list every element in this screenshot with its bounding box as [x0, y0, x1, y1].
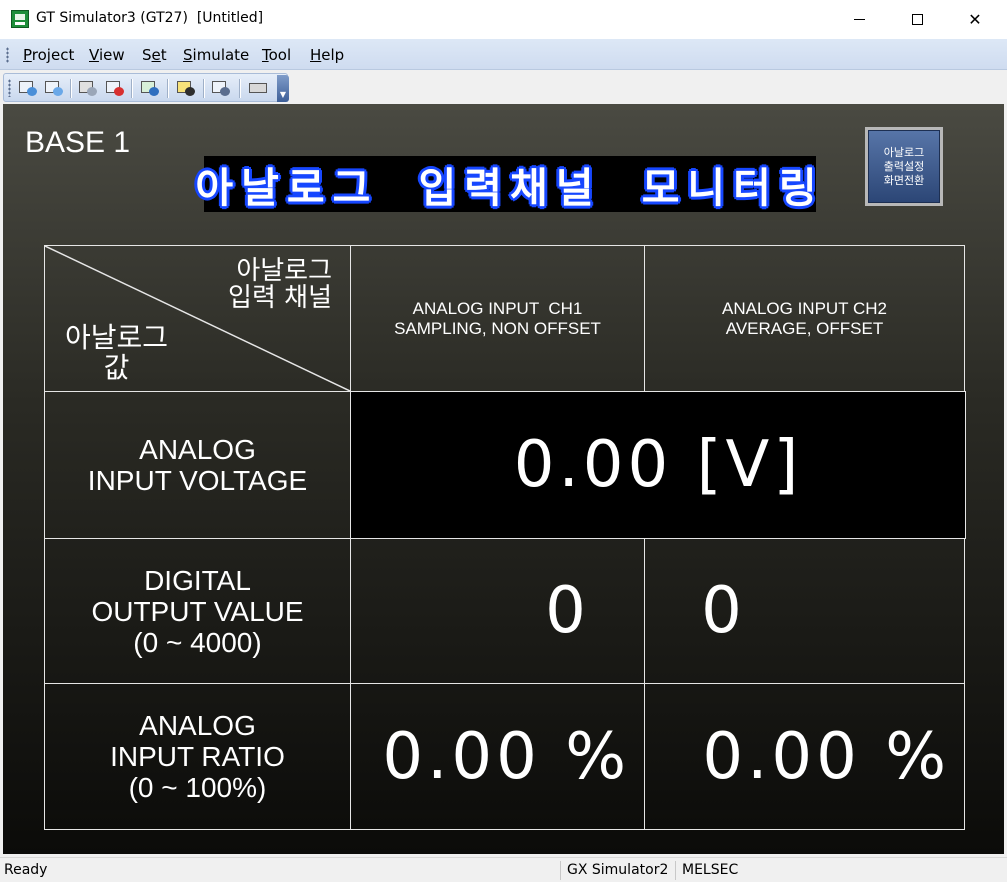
status-bar: Ready GX Simulator2 MELSEC: [0, 857, 1007, 882]
minimize-button[interactable]: [830, 0, 888, 39]
open-project-icon[interactable]: [17, 78, 39, 98]
corner-label-channel: 아날로그 입력 채널: [228, 256, 332, 313]
corner-label-value: 아날로그 값: [65, 321, 169, 384]
analog-output-screen-button-label: 아날로그 출력설정 화면전환: [868, 130, 940, 203]
toolbar: ▼: [0, 71, 1007, 104]
status-plc-text: MELSEC: [682, 862, 739, 878]
save-project-icon[interactable]: [43, 78, 65, 98]
menu-help[interactable]: Help: [310, 46, 344, 64]
menu-simulate[interactable]: Simulate: [183, 46, 249, 64]
toolbar-separator: [70, 79, 71, 98]
analog-output-screen-button[interactable]: 아날로그 출력설정 화면전환: [865, 127, 943, 206]
ch2-header: ANALOG INPUT CH2 AVERAGE, OFFSET: [644, 245, 965, 392]
close-button[interactable]: ✕: [946, 0, 1004, 39]
table-corner-cell: 아날로그 입력 채널 아날로그 값: [44, 245, 351, 392]
toolbar-separator: [167, 79, 168, 98]
base-screen-label: BASE 1: [25, 126, 131, 159]
menu-grip-handle[interactable]: [6, 47, 9, 63]
app-icon: [11, 10, 29, 28]
keyboard-icon[interactable]: [247, 78, 269, 98]
script-icon[interactable]: [175, 78, 197, 98]
ch2-input-ratio-value: 0.00 %: [644, 683, 965, 830]
menu-view[interactable]: View: [89, 46, 125, 64]
row-label-input-voltage: ANALOG INPUT VOLTAGE: [44, 391, 351, 539]
input-voltage-value: 0.00 [V]: [350, 391, 966, 539]
status-simulator-text: GX Simulator2: [567, 862, 669, 878]
menu-set[interactable]: Set: [142, 46, 167, 64]
record-icon[interactable]: [104, 78, 126, 98]
ch1-input-ratio-value: 0.00 %: [350, 683, 645, 830]
row-label-digital-output: DIGITAL OUTPUT VALUE (0 ~ 4000): [44, 538, 351, 684]
row-label-input-ratio: ANALOG INPUT RATIO (0 ~ 100%): [44, 683, 351, 830]
minimize-icon: [853, 19, 865, 20]
close-icon: ✕: [968, 10, 982, 29]
window-title: GT Simulator3 (GT27) [Untitled]: [36, 10, 264, 26]
device-monitor-icon[interactable]: [139, 78, 161, 98]
toolbar-separator: [131, 79, 132, 98]
got-screen: BASE 1 아날로그 입력채널 모니터링 아날로그 출력설정 화면전환 아날로…: [3, 104, 1004, 854]
page-title: 아날로그 입력채널 모니터링: [195, 164, 825, 212]
ch1-digital-output-value: 0: [350, 538, 645, 684]
maximize-button[interactable]: [888, 0, 946, 39]
toolbar-separator: [239, 79, 240, 98]
status-ready-text: Ready: [4, 862, 48, 878]
ch1-header: ANALOG INPUT CH1 SAMPLING, NON OFFSET: [350, 245, 645, 392]
page-title-banner: 아날로그 입력채널 모니터링: [195, 156, 817, 212]
maximize-icon: [911, 14, 923, 25]
menu-project[interactable]: Project: [23, 46, 74, 64]
title-bar[interactable]: GT Simulator3 (GT27) [Untitled] ✕: [0, 0, 1007, 39]
toolbar-grip-handle[interactable]: [8, 79, 11, 97]
toolbar-separator: [203, 79, 204, 98]
menu-tool[interactable]: Tool: [262, 46, 291, 64]
toolstrip: ▼: [3, 73, 289, 102]
status-separator: [675, 861, 676, 880]
menu-bar: Project View Set Simulate Tool Help: [0, 39, 1007, 70]
ch2-digital-output-value: 0: [644, 538, 965, 684]
status-separator: [560, 861, 561, 880]
disconnect-icon[interactable]: [77, 78, 99, 98]
toolbar-overflow-button[interactable]: ▼: [277, 75, 289, 102]
connect-settings-icon[interactable]: [210, 78, 232, 98]
